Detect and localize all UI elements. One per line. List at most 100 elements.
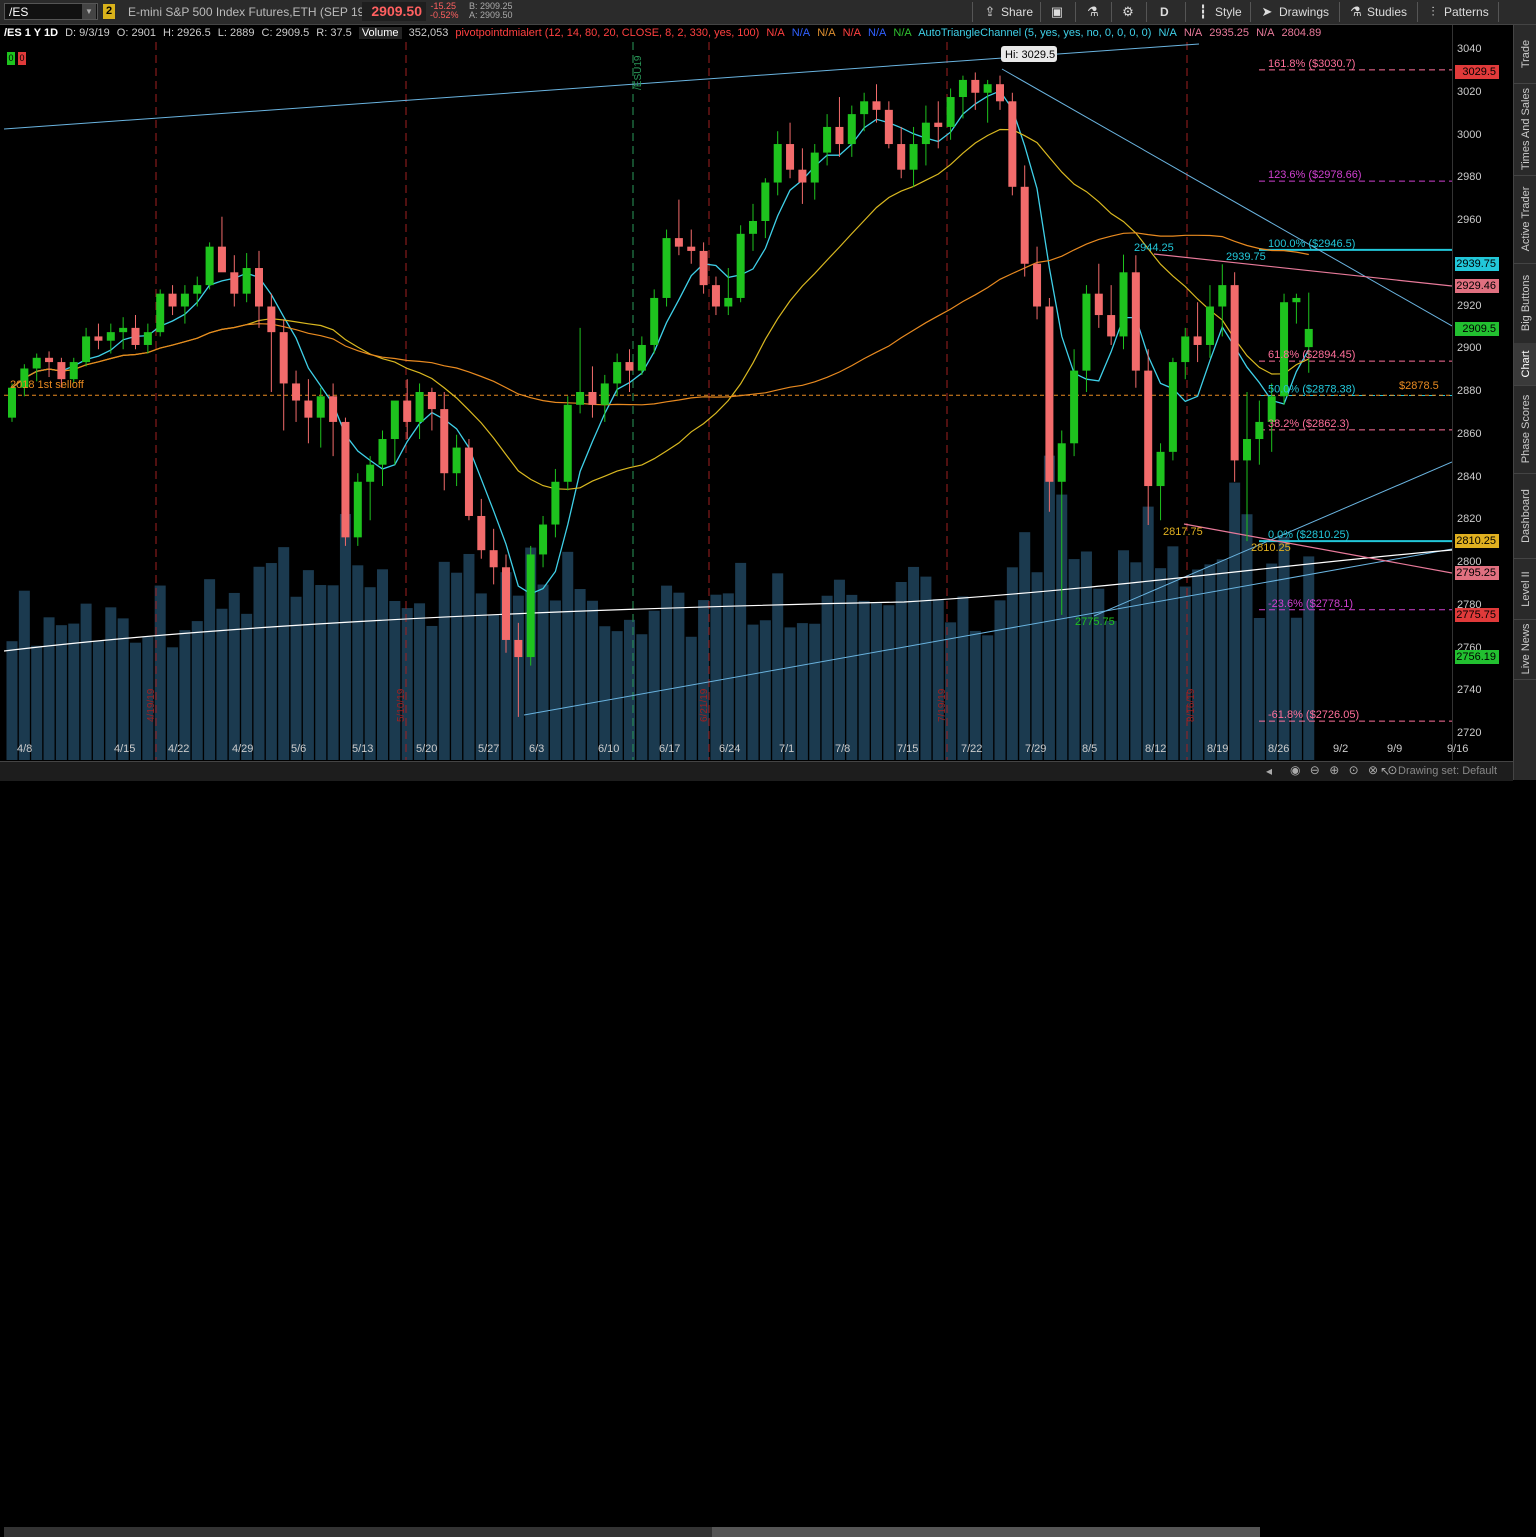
candle [1131, 255, 1140, 388]
share-button[interactable]: Share [1001, 0, 1033, 24]
candle-body [1144, 370, 1153, 487]
chart-symbol-period: /ES 1 Y 1D [4, 27, 59, 39]
period-button[interactable]: D [1160, 0, 1169, 24]
candle [576, 327, 585, 414]
price-tag: 2939.75 [1455, 257, 1499, 272]
candle [94, 323, 103, 350]
candle [168, 285, 177, 316]
candle-body [983, 84, 992, 93]
sidebar-tab-label: Big Buttons [1519, 274, 1532, 332]
candle [1156, 443, 1165, 521]
screenshot-icon[interactable]: ▣ [1049, 4, 1065, 20]
toolbar-separator [1040, 2, 1041, 22]
volume-bar [908, 566, 920, 760]
volume-bar [809, 623, 821, 760]
candle-body [798, 169, 807, 183]
candle [810, 144, 819, 200]
candle-body [1131, 272, 1140, 371]
pivot-study-label[interactable]: pivotpointdmialert (12, 14, 80, 20, CLOS… [455, 27, 759, 39]
gear-icon[interactable]: ⚙ [1120, 4, 1136, 20]
sidebar-tab-active-trader[interactable]: Active Trader [1514, 175, 1536, 264]
price-axis[interactable]: 3040302030002980296029402920290028802860… [1452, 25, 1513, 760]
pointer-icon[interactable]: ↖ [1380, 764, 1390, 778]
chart-canvas[interactable]: Hi: 3029.5 2018 1st selloff 2944.25 2939.75… [3, 42, 1453, 760]
candle [600, 374, 609, 422]
sidebar-tab-level-ii[interactable]: Level II [1514, 558, 1536, 620]
time-axis[interactable]: 4/8 4/15 4/22 4/29 5/6 5/13 5/20 5/27 6/3 6/10 6/1… [4, 741, 1468, 761]
na-value: N/A [868, 27, 887, 39]
volume-bar [735, 562, 747, 760]
candle-body [1082, 293, 1091, 371]
volume-study-label[interactable]: Volume [358, 27, 402, 39]
volume-bar [1290, 617, 1302, 760]
candle [304, 379, 313, 444]
link-group-badge[interactable]: 2 [103, 4, 115, 19]
candle-body [909, 144, 918, 170]
price-tick-label: 2880 [1457, 385, 1482, 397]
top-toolbar: /ES ▼ 2 E-mini S&P 500 Index Futures,ETH… [0, 0, 1536, 25]
net-change: -15.25 -0.52% [430, 1, 459, 20]
candle [526, 545, 535, 666]
candle-body [255, 268, 263, 307]
candle [946, 88, 955, 140]
candle [205, 242, 214, 290]
swing-high-label: 2939.75 [1226, 251, 1266, 263]
time-tick-label: 6/24 [719, 743, 741, 755]
sidebar-tab-big-buttons[interactable]: Big Buttons [1514, 263, 1536, 344]
candle-body [625, 362, 634, 371]
candle [1094, 263, 1103, 328]
fib-label: 0.0% ($2810.25) [1268, 529, 1349, 541]
drawing-set-label[interactable]: Drawing set: Default [1398, 765, 1497, 777]
sidebar-tab-label: Dashboard [1519, 488, 1532, 543]
sidebar-tab-live-news[interactable]: Live News [1514, 619, 1536, 680]
scrollbar-thumb[interactable] [712, 1527, 1260, 1537]
candle-body [860, 101, 869, 115]
style-button[interactable]: Style [1215, 0, 1242, 24]
candle-body [749, 221, 757, 234]
sidebar-tab-dashboard[interactable]: Dashboard [1514, 473, 1536, 559]
candle-body [971, 79, 980, 93]
cursor-icon[interactable]: ➤ [1259, 4, 1275, 20]
triangle-study-label[interactable]: AutoTriangleChannel (5, yes, yes, no, 0,… [918, 27, 1151, 39]
candle-body [1205, 306, 1214, 345]
fib-label: -61.8% ($2726.05) [1268, 709, 1359, 721]
share-icon[interactable]: ⇪ [982, 4, 998, 20]
studies-button[interactable]: Studies [1367, 0, 1407, 24]
drawings-button[interactable]: Drawings [1279, 0, 1329, 24]
scroll-left-icon[interactable]: ◂ [1266, 764, 1272, 778]
time-tick-label: 6/17 [659, 743, 681, 755]
volume-bar [278, 547, 290, 760]
volume-bar [364, 587, 376, 760]
swing-high-label: 2944.25 [1134, 242, 1174, 254]
candle-body [353, 481, 362, 538]
volume-bar [895, 581, 907, 760]
time-tick-label: 9/9 [1387, 743, 1403, 755]
candle [230, 255, 239, 307]
candle [897, 126, 906, 179]
sidebar-tab-phase-scores[interactable]: Phase Scores [1514, 385, 1536, 474]
sidebar-tab-trade[interactable]: Trade [1514, 25, 1536, 84]
candle [242, 253, 251, 303]
last-price: 2909.50 [362, 2, 426, 21]
price-chart[interactable]: Hi: 3029.5 2018 1st selloff 2944.25 2939.75… [3, 42, 1453, 760]
candle-style-icon[interactable]: ┇ [1195, 4, 1211, 20]
flask-icon[interactable]: ⚗ [1085, 4, 1101, 20]
candle [329, 383, 338, 457]
flask-studies-icon[interactable]: ⚗ [1348, 4, 1364, 20]
candle-body [464, 447, 473, 516]
volume-bar [1179, 586, 1191, 760]
candle-body [1045, 306, 1054, 482]
patterns-button[interactable]: Patterns [1444, 0, 1489, 24]
patterns-icon[interactable]: ⫶ [1425, 4, 1441, 20]
symbol-dropdown-icon[interactable]: ▼ [82, 4, 96, 19]
price-tick-label: 2860 [1457, 427, 1482, 440]
candle-body [650, 297, 659, 345]
price-tick-label: 2900 [1457, 342, 1482, 355]
bid-ask: B: 2909.25 A: 2909.50 [469, 1, 513, 20]
volume-bar [488, 614, 500, 760]
sidebar-tab-times-and-sales[interactable]: Times And Sales [1514, 83, 1536, 176]
right-sidebar: Trade Times And Sales Active Trader Big But… [1513, 25, 1536, 780]
candle [613, 353, 622, 397]
candle-body [921, 122, 930, 145]
sidebar-tab-chart[interactable]: Chart [1514, 343, 1536, 386]
